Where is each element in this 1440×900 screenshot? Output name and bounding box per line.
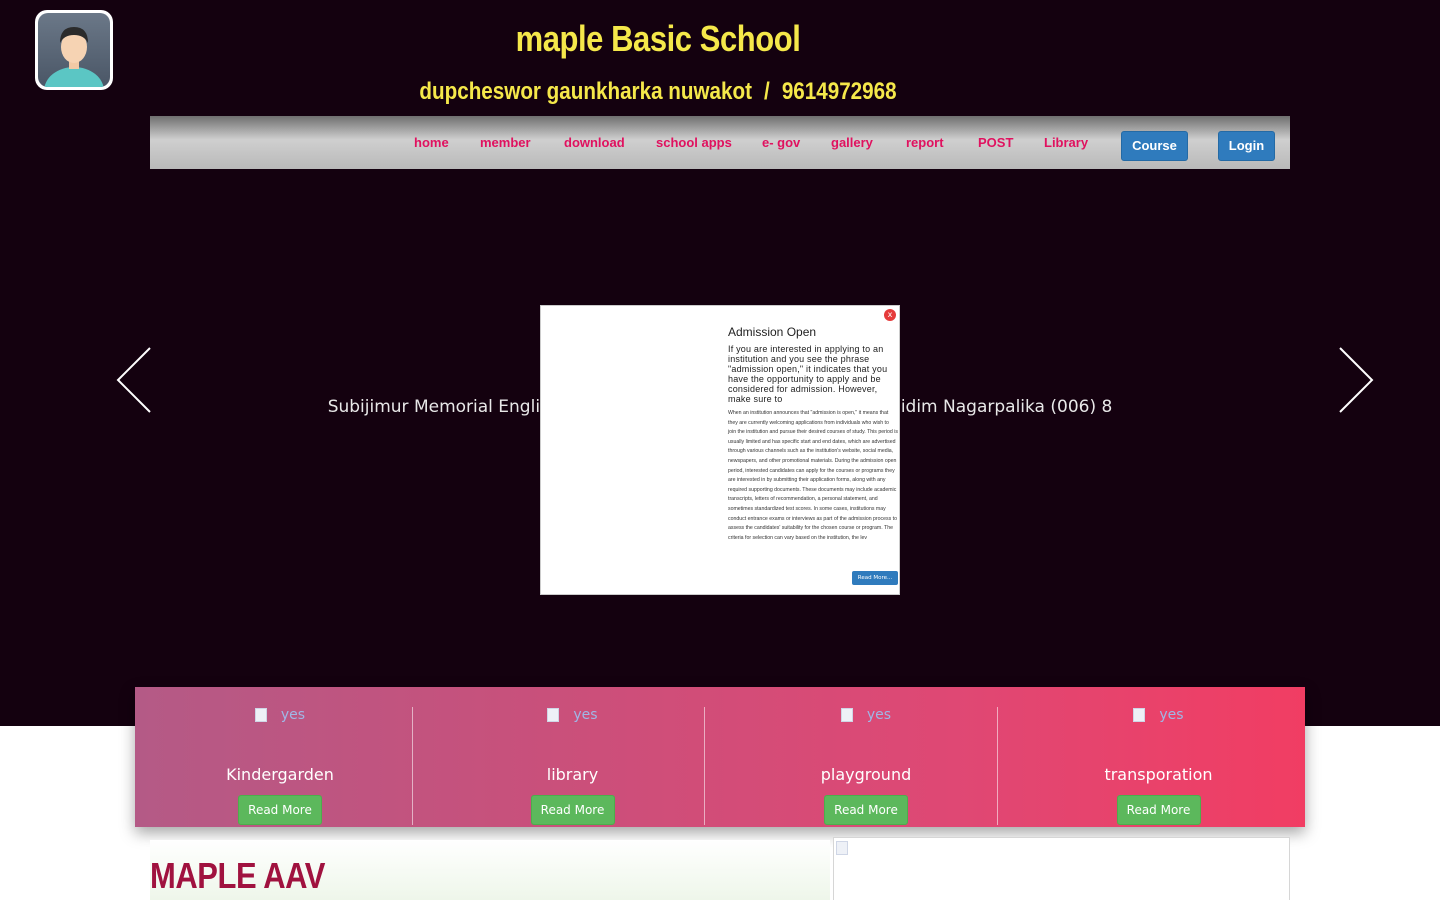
nav-e-gov[interactable]: e- gov — [762, 135, 800, 150]
popup-lead-text: If you are interested in applying to an … — [728, 344, 888, 404]
slide-caption-left: Subijimur Memorial Engli — [327, 397, 541, 417]
feature-title: playground — [820, 765, 912, 784]
school-name: maple Basic School — [515, 18, 801, 59]
main-navbar: home member download school apps e- gov … — [150, 116, 1290, 169]
popup-read-more-button[interactable]: Read More... — [852, 571, 898, 585]
popup-title: Admission Open — [728, 325, 817, 339]
nav-download[interactable]: download — [564, 135, 625, 150]
slide-caption-right: hidim Nagarpalika (006) 8 — [890, 397, 1113, 417]
broken-image-icon — [836, 841, 848, 855]
feature-card-transporation: yes transporation Read More — [1012, 687, 1305, 827]
feature-divider — [412, 707, 413, 825]
read-more-button[interactable]: Read More — [1116, 795, 1201, 825]
feature-title: Kindergarden — [226, 765, 334, 784]
admission-popup: x Admission Open If you are interested i… — [540, 305, 900, 595]
school-contact: dupcheswor gaunkharka nuwakot / 9614972968 — [92, 78, 1224, 106]
read-more-button[interactable]: Read More — [530, 795, 615, 825]
contact-separator: / — [764, 78, 770, 105]
broken-image-icon — [254, 708, 267, 722]
nav-school-apps[interactable]: school apps — [656, 135, 732, 150]
feature-card-playground: yes playground Read More — [720, 687, 1012, 827]
nav-member[interactable]: member — [480, 135, 531, 150]
feature-title: transporation — [1104, 765, 1213, 784]
nav-library[interactable]: Library — [1044, 135, 1088, 150]
feature-image-alt: yes — [866, 707, 892, 723]
broken-image-icon — [547, 708, 560, 722]
feature-card-library: yes library Read More — [425, 687, 720, 827]
feature-image-alt: yes — [280, 707, 306, 723]
feature-image: yes — [1012, 707, 1305, 729]
feature-card-kindergarden: yes Kindergarden Read More — [135, 687, 425, 827]
school-phone: 9614972968 — [781, 78, 897, 105]
course-button[interactable]: Course — [1121, 131, 1188, 161]
feature-image-alt: yes — [1159, 707, 1184, 723]
read-more-button[interactable]: Read More — [824, 795, 908, 825]
nav-post[interactable]: POST — [978, 135, 1013, 150]
login-button[interactable]: Login — [1218, 131, 1275, 161]
school-address: dupcheswor gaunkharka nuwakot — [419, 78, 752, 105]
broken-image-icon — [840, 708, 853, 722]
read-more-button[interactable]: Read More — [238, 795, 322, 825]
close-icon[interactable]: x — [884, 309, 896, 321]
broken-image-icon — [1133, 708, 1146, 722]
feature-image-alt: yes — [573, 707, 598, 723]
feature-divider — [704, 707, 705, 825]
section-title: MAPLE AAV — [150, 855, 326, 896]
feature-divider — [997, 707, 998, 825]
nav-home[interactable]: home — [414, 135, 449, 150]
popup-body-text: When an institution announces that "admi… — [728, 410, 898, 541]
about-image — [833, 837, 1290, 900]
feature-image: yes — [425, 707, 720, 729]
feature-title: library — [546, 765, 599, 784]
feature-image: yes — [720, 707, 1012, 729]
feature-image: yes — [135, 707, 425, 729]
nav-report[interactable]: report — [906, 135, 944, 150]
features-strip: yes Kindergarden Read More yes library R… — [135, 687, 1305, 827]
nav-gallery[interactable]: gallery — [831, 135, 873, 150]
